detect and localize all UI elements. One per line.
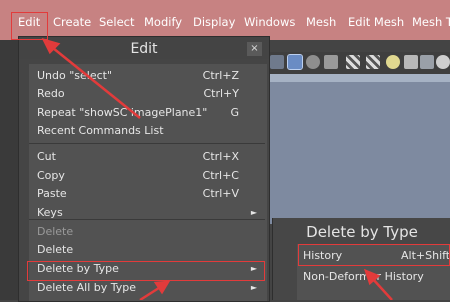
arrow-to-edit xyxy=(47,43,141,119)
annotation-arrows xyxy=(41,38,393,300)
arrow-to-history xyxy=(371,277,393,300)
arrow-head-delete-by-type xyxy=(153,280,171,295)
